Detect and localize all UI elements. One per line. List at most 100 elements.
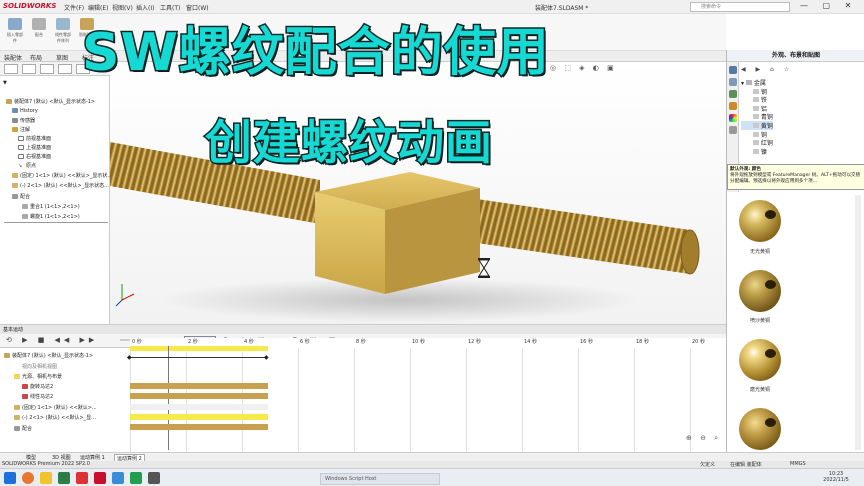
linear-pattern-button[interactable]: 线性零部件阵列: [54, 18, 72, 44]
ms-tree-rotary-motor[interactable]: 旋转马达2: [22, 383, 53, 390]
dimxpert-tab[interactable]: [58, 64, 72, 74]
tree-root[interactable]: 装配体7 (默认) <默认_显示状态-1>: [6, 98, 95, 105]
ms-tree-linear-motor[interactable]: 线性马达2: [22, 393, 53, 400]
tree-item-part2[interactable]: (-) 2<1> (默认) <<默认>_显示状态...: [12, 182, 109, 189]
tree-item-aluminum[interactable]: 铝: [741, 104, 773, 113]
custom-properties-icon[interactable]: [729, 126, 737, 134]
tree-item-bronze[interactable]: 青铜: [741, 112, 773, 121]
tree-item-coincident[interactable]: 重合1 (1<1>,2<1>): [22, 203, 80, 210]
tree-item-part1[interactable]: (固定) 1<1> (默认) <<默认>_显示状...: [12, 172, 112, 179]
part1-bar[interactable]: [130, 404, 268, 410]
app-icon-dark[interactable]: [148, 472, 160, 484]
tree-item-top-plane[interactable]: 上视基准面: [18, 144, 51, 151]
linear-motor-bar[interactable]: [130, 393, 268, 399]
tree-item-iron[interactable]: 铁: [741, 95, 773, 104]
tab-motion-study-1[interactable]: 运动算例 1: [80, 454, 105, 461]
tab-3d-view[interactable]: 3D 视图: [52, 454, 71, 461]
tree-item-right-plane[interactable]: 右视基准面: [18, 153, 51, 160]
part2-bar[interactable]: [130, 414, 268, 420]
tree-item-screw[interactable]: 螺旋1 (1<1>,2<1>): [22, 213, 80, 220]
task-pane-nav[interactable]: ◀ ▶ ⌂ ☆: [741, 66, 793, 73]
key-end[interactable]: ◆: [264, 354, 269, 361]
tree-item-steel[interactable]: 钢: [741, 87, 773, 96]
tree-item-label: 上视基准面: [26, 145, 52, 151]
folder-icon: [753, 97, 759, 103]
swatch-sandblast-brass[interactable]: [739, 270, 781, 312]
key-start[interactable]: ◆: [127, 354, 132, 361]
featuremanager-tab[interactable]: [4, 64, 18, 74]
graphics-area[interactable]: ◎ ⬚ ◈ ◐ ▣: [110, 62, 726, 324]
appearance-label: 镍: [760, 148, 767, 156]
app-icon-blue[interactable]: [112, 472, 124, 484]
swatch-label: 磨光黄铜: [749, 387, 770, 393]
plane-icon: [18, 136, 24, 141]
mate-button[interactable]: 配合: [30, 18, 48, 44]
tree-item-copper[interactable]: 铜: [741, 130, 773, 139]
tab-model[interactable]: 模型: [26, 454, 36, 461]
tree-item-origin[interactable]: ↘ 原点: [18, 162, 36, 169]
tab-assembly[interactable]: 装配体: [4, 53, 22, 62]
ms-tree-camera[interactable]: 视向及相机视图: [22, 363, 57, 370]
swatch-polished-brass[interactable]: [739, 339, 781, 381]
ms-tree-part1[interactable]: (固定) 1<1> (默认) <<默认>...: [14, 404, 97, 411]
solidworks-logo: SOLIDWORKS: [3, 2, 57, 10]
ms-tree-part2[interactable]: (-) 2<1> (默认) <<默认>_显...: [14, 414, 96, 421]
view-palette-icon[interactable]: [729, 102, 737, 110]
design-library-icon[interactable]: [729, 78, 737, 86]
ms-tree-root[interactable]: 装配体7 (默认) <默认_显示状态-1>: [4, 352, 93, 359]
app-icon-c[interactable]: [130, 472, 142, 484]
search-input[interactable]: 搜索命令: [690, 2, 790, 12]
tree-item-sensors[interactable]: 传感器: [12, 117, 35, 124]
tree-item-label: 原点: [26, 163, 37, 169]
tab-layout[interactable]: 布局: [30, 53, 42, 62]
tree-item-nickel[interactable]: 镍: [741, 147, 773, 156]
zoom-controls[interactable]: ⊕ ⊖ ⌕: [686, 434, 721, 443]
start-icon[interactable]: [4, 472, 16, 484]
swatch-textured-brass[interactable]: [739, 408, 781, 450]
ms-tree-lights[interactable]: 光源、相机与布景: [14, 373, 62, 380]
mates-bar[interactable]: [130, 424, 268, 430]
propertymanager-tab[interactable]: [22, 64, 36, 74]
tree-item-metal[interactable]: ▾ 金属: [741, 78, 773, 87]
tree-item-brass[interactable]: 黄铜: [741, 120, 773, 130]
ms-tree-mates[interactable]: 配合: [14, 425, 32, 432]
timeline-grid-line: [354, 348, 355, 452]
app-icon-green[interactable]: [58, 472, 70, 484]
tree-item-red-copper[interactable]: 红铜: [741, 138, 773, 147]
insert-component-button[interactable]: 插入零部件: [6, 18, 24, 44]
timeline-grid-line: [186, 348, 187, 452]
swatch-hole: [765, 280, 776, 289]
coordinate-triad: [115, 284, 135, 307]
swatch-matte-brass[interactable]: [739, 200, 781, 242]
tree-item-mates[interactable]: 配合: [12, 193, 30, 200]
appearance-label: 黄铜: [760, 122, 773, 130]
motion-timeline[interactable]: 0 秒2 秒4 秒6 秒8 秒 10 秒 12 秒 14 秒 16 秒 18 秒 20 秒 …: [127, 338, 726, 452]
tree-item-history[interactable]: History: [12, 108, 38, 114]
tab-sketch[interactable]: 草图: [56, 53, 68, 62]
configmanager-tab[interactable]: [40, 64, 54, 74]
heads-up-toolbar[interactable]: ◎ ⬚ ◈ ◐ ▣: [550, 64, 617, 72]
mates-icon: [14, 426, 20, 431]
motion-type-select[interactable]: 基本运动: [3, 326, 23, 333]
ms-tree-label: 装配体7 (默认) <默认_显示状态-1>: [12, 353, 94, 359]
clock[interactable]: 10:23 2022/11/5: [812, 471, 860, 483]
resources-icon[interactable]: [729, 66, 737, 74]
tree-item-annotations[interactable]: 注解: [12, 126, 30, 133]
part-icon: [12, 173, 18, 178]
insert-component-icon: [8, 18, 22, 30]
app-icon-red[interactable]: [76, 472, 88, 484]
units-selector[interactable]: MMGS: [790, 461, 806, 467]
file-explorer-icon[interactable]: [729, 90, 737, 98]
swatch-label: 无光黄铜: [749, 249, 770, 255]
window-controls[interactable]: — ▢ ✕: [800, 1, 857, 10]
rotary-motor-bar[interactable]: [130, 383, 268, 389]
taskbar-window-title[interactable]: Windows Script Host: [320, 473, 440, 485]
browser-icon[interactable]: [22, 472, 34, 484]
playback-controls[interactable]: ⟲ ▶ ■ ◀◀ ▶▶: [6, 336, 98, 344]
swatch-scrollbar[interactable]: [855, 195, 861, 450]
appearances-icon[interactable]: [729, 114, 737, 122]
solidworks-taskbar-icon[interactable]: [94, 472, 106, 484]
filter-icon[interactable]: ▼: [3, 80, 7, 86]
tree-item-front-plane[interactable]: 前视基准面: [18, 135, 51, 142]
folder-icon[interactable]: [40, 472, 52, 484]
